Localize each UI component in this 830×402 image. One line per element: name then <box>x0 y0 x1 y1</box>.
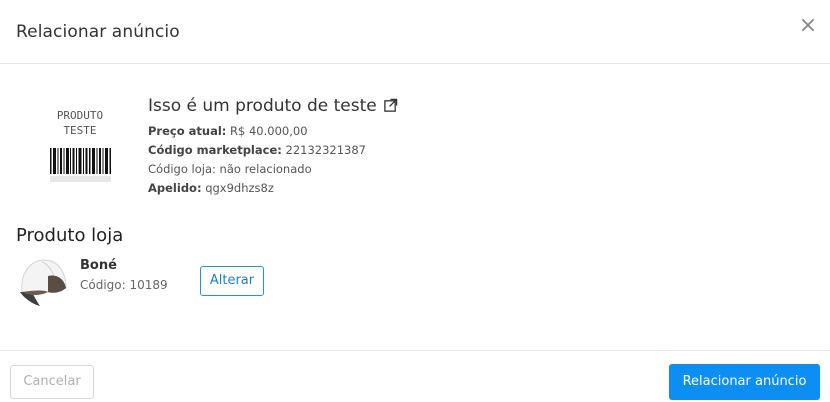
cancel-button[interactable]: Cancelar <box>10 365 94 399</box>
product-image-text-1: PRODUTO <box>57 109 103 122</box>
price-row: Preço atual: R$ 40.000,00 <box>148 124 308 138</box>
modal-header: Relacionar anúncio × <box>0 0 830 64</box>
barcode-graphic <box>50 148 111 174</box>
cap-product-image <box>20 259 67 306</box>
relate-listing-button[interactable]: Relacionar anúncio <box>669 364 820 400</box>
barcode-reflection <box>50 176 111 182</box>
relate-listing-modal: Relacionar anúncio × PRODUTO TESTE Isso … <box>0 0 830 402</box>
price-label: Preço atual: <box>148 124 227 138</box>
marketplace-code-label: Código marketplace: <box>148 143 282 157</box>
store-code-row: Código loja: não relacionado <box>148 162 312 176</box>
store-product-name: Boné <box>80 258 117 273</box>
product-image: PRODUTO TESTE <box>50 109 111 182</box>
store-product-section-title: Produto loja <box>16 225 124 246</box>
nickname-value: qgx9dhzs8z <box>205 181 274 195</box>
nickname-row: Apelido: qgx9dhzs8z <box>148 181 274 195</box>
external-link-icon[interactable] <box>383 98 398 113</box>
store-product-code: Código: 10189 <box>80 278 168 292</box>
nickname-label: Apelido: <box>148 181 202 195</box>
modal-title: Relacionar anúncio <box>16 22 180 42</box>
marketplace-product-name: Isso é um produto de teste <box>148 96 398 116</box>
marketplace-code-value: 22132321387 <box>285 143 366 157</box>
close-button[interactable]: × <box>798 15 818 37</box>
product-image-text-2: TESTE <box>63 124 96 137</box>
modal-footer: Cancelar Relacionar anúncio <box>0 350 830 402</box>
marketplace-product-name-text: Isso é um produto de teste <box>148 96 377 116</box>
price-value: R$ 40.000,00 <box>230 124 308 138</box>
change-product-button[interactable]: Alterar <box>200 266 264 296</box>
marketplace-code-row: Código marketplace: 22132321387 <box>148 143 366 157</box>
